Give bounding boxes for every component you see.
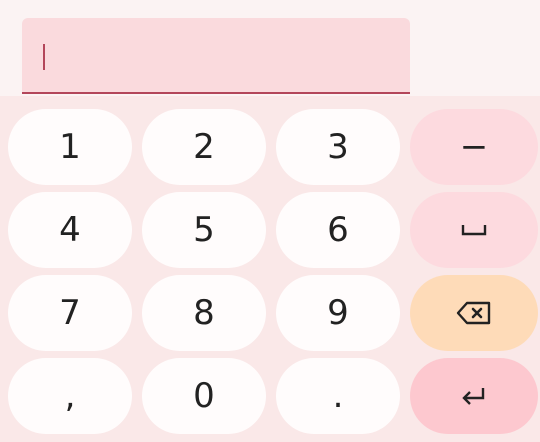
space-bar-icon [461,225,487,236]
key-5[interactable]: 5 [142,192,266,268]
key-9[interactable]: 9 [276,275,400,351]
enter-key[interactable] [410,358,538,434]
key-1[interactable]: 1 [8,109,132,185]
backspace-icon [456,301,491,325]
text-cursor [43,44,45,70]
key-4[interactable]: 4 [8,192,132,268]
enter-return-icon [462,388,485,405]
keypad: 1 2 3 − 4 5 6 7 8 9 , 0 . [0,96,540,442]
key-3[interactable]: 3 [276,109,400,185]
key-period[interactable]: . [276,358,400,434]
space-key[interactable] [410,192,538,268]
text-input-field[interactable] [22,18,410,94]
key-2[interactable]: 2 [142,109,266,185]
key-8[interactable]: 8 [142,275,266,351]
key-comma[interactable]: , [8,358,132,434]
backspace-key[interactable] [410,275,538,351]
input-area [0,0,540,96]
numeric-keyboard-screen: 1 2 3 − 4 5 6 7 8 9 , 0 . [0,0,540,442]
key-0[interactable]: 0 [142,358,266,434]
key-7[interactable]: 7 [8,275,132,351]
key-6[interactable]: 6 [276,192,400,268]
minus-key[interactable]: − [410,109,538,185]
